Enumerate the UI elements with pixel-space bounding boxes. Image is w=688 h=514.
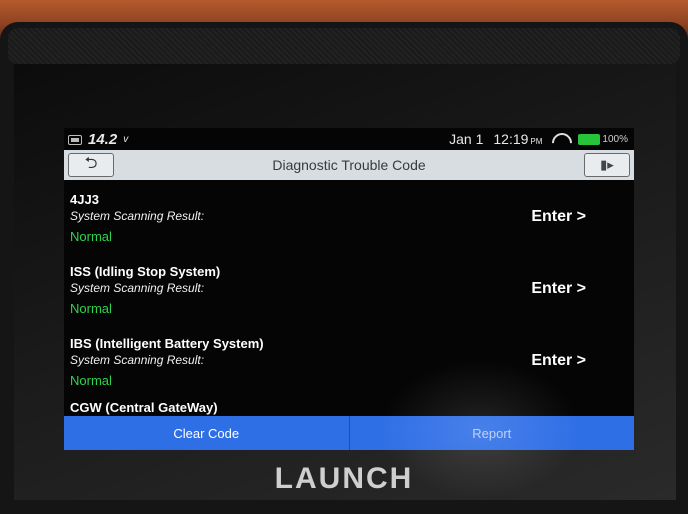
voltage-unit: v <box>123 134 129 145</box>
status-date: Jan 1 <box>449 131 484 147</box>
status-bar: 14.2 v Jan 1 12:19 PM 100% <box>64 128 634 150</box>
battery-indicator-icon <box>68 134 82 145</box>
brand-logo: LAUNCH <box>274 462 414 495</box>
status-time: 12:19 <box>493 131 529 147</box>
status-ampm: PM <box>530 137 543 146</box>
status-right: Jan 1 12:19 PM 100% <box>449 131 628 147</box>
battery-percent: 100% <box>602 133 628 145</box>
wifi-icon <box>552 133 568 145</box>
status-time-group: 12:19 PM <box>493 131 542 147</box>
system-row-4jj3[interactable]: 4JJ3 System Scanning Result: Normal Ente… <box>64 180 634 252</box>
enter-button[interactable]: Enter > <box>531 280 586 298</box>
battery-icon <box>578 133 601 145</box>
system-name: ISS (Idling Stop System) <box>70 264 221 279</box>
system-name: 4JJ3 <box>70 192 99 207</box>
system-name: IBS (Intelligent Battery System) <box>70 336 264 351</box>
scan-result-value: Normal <box>70 229 112 244</box>
voltage-value: 14.2 <box>88 131 118 148</box>
bezel-texture <box>8 28 680 64</box>
back-arrow-icon: ⮌ <box>84 154 98 172</box>
exit-button[interactable]: ▮▸ <box>584 153 630 177</box>
exit-door-icon: ▮▸ <box>600 157 614 172</box>
page-title: Diagnostic Trouble Code <box>272 157 426 173</box>
voltage-indicator: 14.2 v <box>68 131 128 148</box>
system-row-iss[interactable]: ISS (Idling Stop System) System Scanning… <box>64 252 634 324</box>
enter-button[interactable]: Enter > <box>531 208 586 226</box>
clear-code-button[interactable]: Clear Code <box>64 416 349 450</box>
title-bar: ⮌ Diagnostic Trouble Code ▮▸ <box>64 150 634 180</box>
back-button[interactable]: ⮌ <box>68 153 114 177</box>
scan-result-value: Normal <box>70 301 112 316</box>
battery-status: 100% <box>578 133 628 145</box>
